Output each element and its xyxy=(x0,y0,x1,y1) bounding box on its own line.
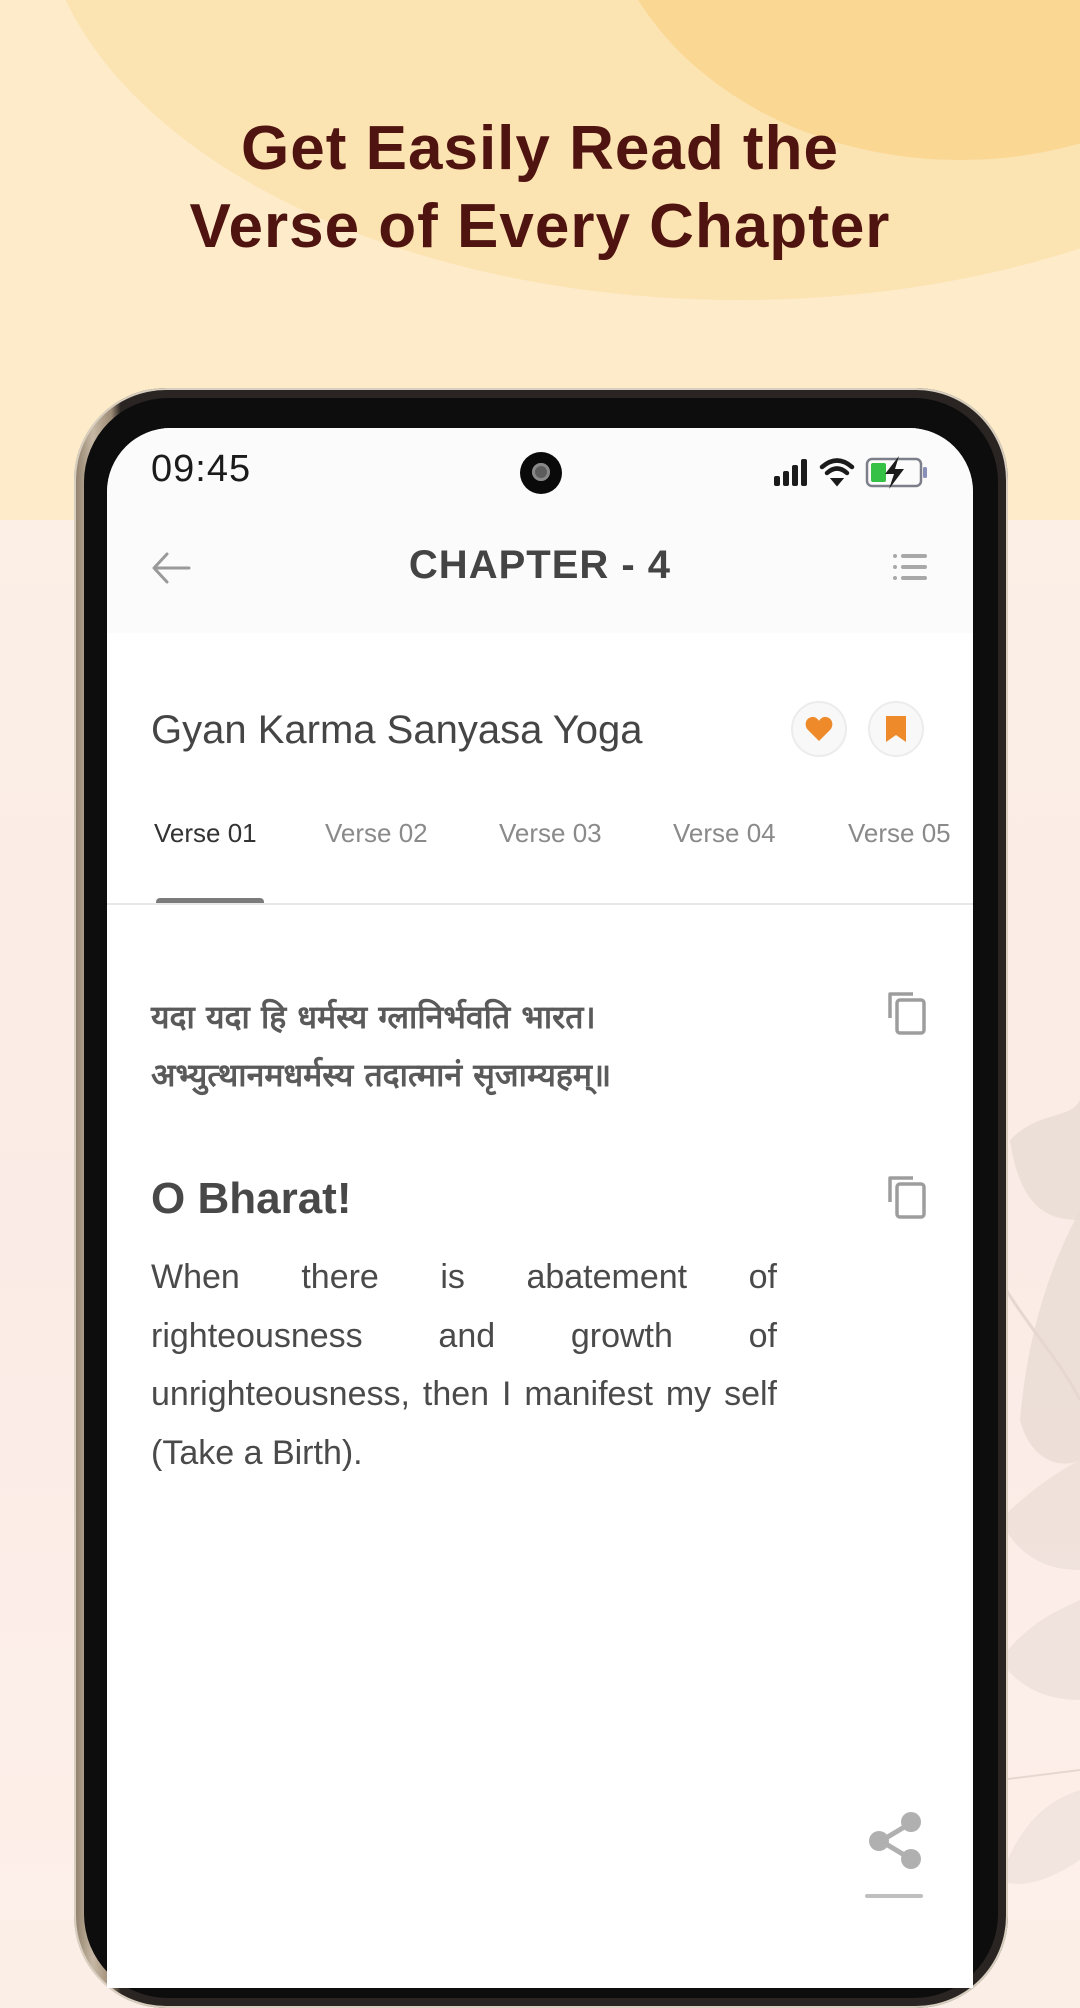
promo-headline-line2: Verse of Every Chapter xyxy=(189,192,891,261)
chapter-list-button[interactable] xyxy=(892,550,928,584)
copy-sanskrit-button[interactable] xyxy=(887,990,927,1036)
copy-translation-button[interactable] xyxy=(887,1174,927,1220)
phone-screen: 09:45 CHAPTER - 4 Gyan Karma Sanyasa Yog… xyxy=(107,428,973,1988)
bookmark-icon xyxy=(886,716,906,742)
home-indicator[interactable] xyxy=(865,1894,923,1898)
favorite-button[interactable] xyxy=(791,701,847,757)
list-icon xyxy=(893,554,927,580)
sanskrit-line-2: अभ्युत्थानमधर्मस्य तदात्मानं सृजाम्यहम्॥ xyxy=(151,1056,612,1094)
tab-verse-01[interactable]: Verse 01 xyxy=(154,818,257,849)
share-icon xyxy=(869,1812,921,1869)
sanskrit-verse: यदा यदा हि धर्मस्य ग्लानिर्भवति भारत। अभ… xyxy=(151,988,791,1104)
chapter-name: Gyan Karma Sanyasa Yoga xyxy=(151,708,643,752)
promo-headline: Get Easily Read the Verse of Every Chapt… xyxy=(0,110,1080,266)
tab-verse-02[interactable]: Verse 02 xyxy=(325,818,428,849)
verse-tabs: Verse 01 Verse 02 Verse 03 Verse 04 Vers… xyxy=(107,818,973,902)
sanskrit-line-1: यदा यदा हि धर्मस्य ग्लानिर्भवति भारत। xyxy=(151,998,596,1036)
copy-icon xyxy=(888,992,926,1035)
leaf-decoration-icon xyxy=(1000,1100,1080,1884)
chapter-title: CHAPTER - 4 xyxy=(408,543,672,587)
translation-title: O Bharat! xyxy=(151,1174,352,1223)
share-button[interactable] xyxy=(867,1811,923,1871)
signal-icon xyxy=(774,459,807,486)
tab-verse-04[interactable]: Verse 04 xyxy=(673,818,776,849)
camera-icon xyxy=(520,452,562,494)
heart-icon xyxy=(805,716,833,741)
translation-text: When there is abatement of righteousness… xyxy=(151,1258,777,1472)
wifi-icon xyxy=(819,458,855,487)
status-time: 09:45 xyxy=(151,448,252,490)
tab-verse-03[interactable]: Verse 03 xyxy=(499,818,602,849)
tabs-divider xyxy=(107,903,973,905)
tab-verse-05[interactable]: Verse 05 xyxy=(848,818,951,849)
bookmark-button[interactable] xyxy=(868,701,924,757)
copy-icon xyxy=(888,1176,926,1219)
status-icons xyxy=(774,456,927,489)
promo-headline-line1: Get Easily Read the xyxy=(241,114,839,183)
battery-charging-icon xyxy=(865,456,927,489)
